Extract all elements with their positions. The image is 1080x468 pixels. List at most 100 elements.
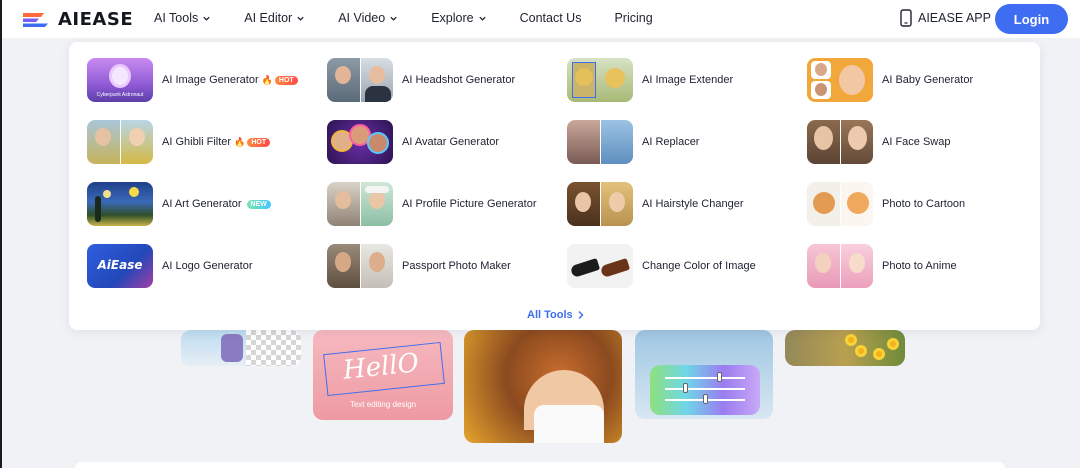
face (849, 253, 865, 273)
face (814, 126, 833, 150)
sunflower (845, 334, 857, 346)
chevron-down-icon (297, 16, 304, 21)
tool-label: Photo to Anime (882, 260, 957, 272)
tool-ai-baby-generator[interactable]: AI Baby Generator (807, 58, 973, 102)
drink-cup-image (221, 334, 243, 362)
login-button[interactable]: Login (995, 4, 1068, 34)
text-edit-caption: Text editing design (349, 400, 417, 409)
all-tools-label: All Tools (527, 309, 573, 321)
portrait-top (534, 405, 604, 443)
nav-ai-editor[interactable]: AI Editor (244, 11, 305, 25)
tool-ai-avatar-generator[interactable]: AI Avatar Generator (327, 120, 499, 164)
face (575, 192, 591, 212)
tool-label: AI Ghibli Filter (162, 136, 232, 148)
tool-label: AI Image Extender (642, 74, 734, 86)
face (335, 252, 351, 272)
cat-face (847, 192, 869, 214)
thumb-caption: Cyberpunk Astronaut (96, 92, 144, 98)
tool-thumbnail (567, 58, 633, 102)
tool-label: AI Replacer (642, 136, 700, 148)
tool-ai-logo-generator[interactable]: AiEase AI Logo Generator (87, 244, 253, 288)
tool-label: Photo to Cartoon (882, 198, 966, 210)
tool-ai-replacer[interactable]: AI Replacer (567, 120, 699, 164)
chevron-down-icon (203, 16, 210, 21)
phone-icon (900, 9, 912, 27)
nav-contact-us-label: Contact Us (519, 11, 582, 25)
nav-ai-video-label: AI Video (338, 11, 386, 25)
tool-thumbnail: Cyberpunk Astronaut (87, 58, 153, 102)
nav-contact-us[interactable]: Contact Us (520, 11, 582, 25)
tool-passport-photo-maker[interactable]: Passport Photo Maker (327, 244, 511, 288)
tool-thumbnail (567, 182, 633, 226)
cat-face (605, 68, 625, 88)
logo-sample-text: AiEase (97, 258, 143, 272)
adjust-slider-knob (717, 372, 722, 382)
thumb-after (600, 120, 633, 164)
tool-ai-headshot-generator[interactable]: AI Headshot Generator (327, 58, 515, 102)
sunflower (855, 345, 867, 357)
tool-label: AI Face Swap (882, 136, 951, 148)
fire-icon: 🔥 (234, 137, 246, 147)
baby-face (839, 65, 865, 95)
tool-ai-face-swap[interactable]: AI Face Swap (807, 120, 950, 164)
avatar-circle (367, 132, 389, 154)
app-link-label: AIEASE APP (918, 11, 991, 25)
tool-thumbnail (327, 182, 393, 226)
sunflower (887, 338, 899, 350)
tool-ai-profile-picture-generator[interactable]: AI Profile Picture Generator (327, 182, 537, 226)
adjust-slider-knob (683, 383, 688, 393)
tool-ai-hairstyle-changer[interactable]: AI Hairstyle Changer (567, 182, 744, 226)
face (335, 66, 351, 84)
showcase-card-text-editing[interactable]: HellO Text editing design (313, 330, 453, 420)
tool-ai-art-generator[interactable]: AI Art Generator NEW (87, 182, 271, 226)
showcase-card-portrait[interactable] (464, 330, 622, 443)
tool-photo-to-anime[interactable]: Photo to Anime (807, 244, 957, 288)
nav-ai-tools-label: AI Tools (154, 11, 199, 25)
aiease-logo-icon (23, 12, 48, 27)
showcase-card-sunflowers[interactable] (785, 330, 905, 366)
black-shoe (569, 257, 601, 279)
tool-label: Passport Photo Maker (402, 260, 511, 272)
nav-pricing-label: Pricing (614, 11, 653, 25)
nav-explore[interactable]: Explore (431, 11, 486, 25)
tool-ai-image-extender[interactable]: AI Image Extender (567, 58, 733, 102)
face (335, 191, 351, 209)
tool-label: AI Logo Generator (162, 260, 253, 272)
nav-ai-editor-label: AI Editor (244, 11, 293, 25)
astronaut-helmet (109, 64, 131, 88)
showcase-card-background-remover[interactable] (181, 330, 301, 366)
window-edge (0, 0, 2, 468)
chevron-down-icon (390, 16, 397, 21)
suit (365, 86, 391, 102)
site-logo[interactable]: AIEASE (20, 9, 133, 30)
adjust-slider-knob (703, 394, 708, 404)
tool-photo-to-cartoon[interactable]: Photo to Cartoon (807, 182, 965, 226)
showcase-card-color-adjust[interactable] (635, 330, 773, 419)
app-download-link[interactable]: AIEASE APP (900, 9, 991, 27)
face (369, 66, 385, 84)
tool-label: AI Avatar Generator (402, 136, 500, 148)
main-nav: AI Tools AI Editor AI Video Explore Cont… (152, 11, 653, 25)
star (103, 190, 111, 198)
cat-face (813, 192, 835, 214)
cap (365, 186, 389, 193)
tool-ai-ghibli-filter[interactable]: AI Ghibli Filter 🔥 HOT (87, 120, 271, 164)
tool-thumbnail (807, 120, 873, 164)
tool-thumbnail (87, 182, 153, 226)
new-badge: NEW (246, 200, 271, 209)
nav-pricing[interactable]: Pricing (614, 11, 652, 25)
nav-explore-label: Explore (431, 11, 474, 25)
tool-ai-image-generator[interactable]: Cyberpunk Astronaut AI Image Generator 🔥… (87, 58, 298, 102)
logo-text: AIEASE (58, 9, 134, 30)
tool-thumbnail (327, 58, 393, 102)
tool-thumbnail (327, 244, 393, 288)
nav-ai-tools[interactable]: AI Tools (154, 11, 211, 25)
all-tools-link[interactable]: All Tools (527, 309, 585, 321)
tool-change-color-of-image[interactable]: Change Color of Image (567, 244, 756, 288)
color-adjust-panel (650, 365, 760, 415)
face (815, 83, 827, 96)
nav-ai-video[interactable]: AI Video (338, 11, 398, 25)
tool-label: AI Art Generator (162, 198, 242, 210)
content-section-top (75, 462, 1005, 468)
moon (129, 187, 139, 197)
